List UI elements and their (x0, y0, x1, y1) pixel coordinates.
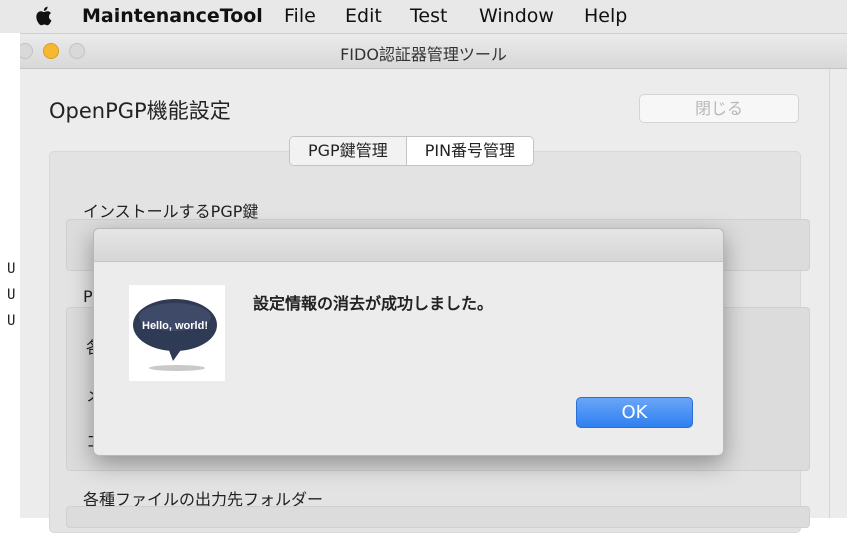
tab-bar: PGP鍵管理 PIN番号管理 (289, 136, 535, 166)
menu-test[interactable]: Test (410, 5, 447, 27)
ok-button[interactable]: OK (576, 397, 693, 428)
terminal-line: U (7, 261, 16, 277)
app-icon: Hello, world! (129, 285, 225, 381)
apple-icon[interactable] (33, 5, 53, 27)
menu-edit[interactable]: Edit (345, 5, 382, 27)
dialog-titlebar (94, 229, 723, 262)
page-title: OpenPGP機能設定 (49, 99, 231, 123)
output-folder-field[interactable] (66, 506, 810, 528)
window-title: FIDO認証器管理ツール (340, 45, 507, 64)
menu-bar: MaintenanceTool File Edit Test Window He… (0, 0, 847, 34)
terminal-line: U (7, 313, 16, 329)
menu-help[interactable]: Help (584, 5, 627, 27)
background-terminal: U U U (0, 33, 20, 518)
menu-app-name[interactable]: MaintenanceTool (82, 5, 263, 27)
window-titlebar[interactable]: FIDO認証器管理ツール (0, 34, 847, 69)
close-button[interactable]: 閉じる (639, 94, 799, 123)
dialog-message: 設定情報の消去が成功しました。 (253, 294, 494, 313)
tab-pgp-key[interactable]: PGP鍵管理 (290, 137, 407, 165)
alert-dialog: Hello, world! 設定情報の消去が成功しました。 OK (93, 228, 724, 456)
menu-file[interactable]: File (284, 5, 316, 27)
terminal-line: U (7, 287, 16, 303)
icon-text: Hello, world! (142, 320, 208, 332)
tab-pin-number[interactable]: PIN番号管理 (406, 137, 534, 165)
menu-window[interactable]: Window (479, 5, 554, 27)
section-label-partial: P (83, 287, 93, 306)
